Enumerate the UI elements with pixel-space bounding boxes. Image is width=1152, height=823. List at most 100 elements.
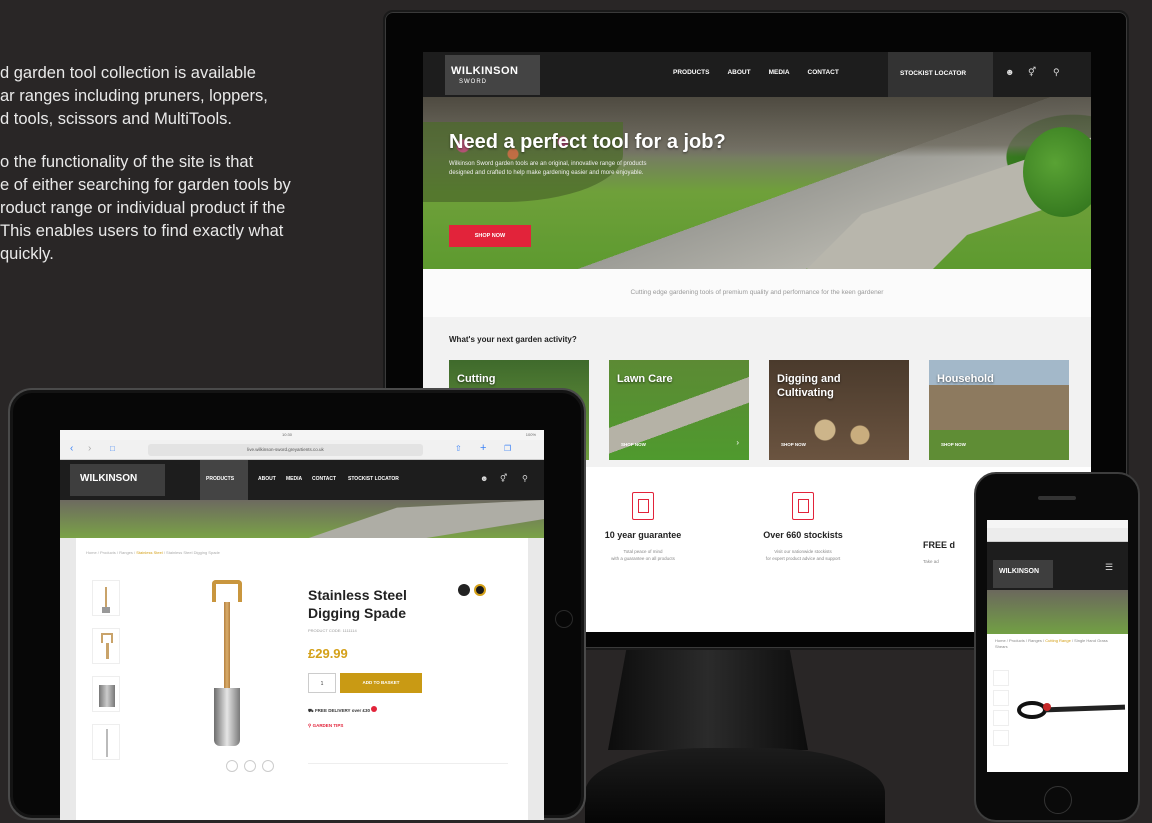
intro-paragraph-2: o the functionality of the site is that … (0, 153, 291, 263)
intro-copy: d garden tool collection is available ar… (0, 62, 360, 286)
garden-tips-text: GARDEN TIPS (312, 723, 344, 728)
activity-shop-now[interactable]: SHOP NOW (781, 442, 806, 447)
monitor-base (585, 748, 885, 823)
stockist-locator-link[interactable]: STOCKIST LOCATOR (348, 476, 399, 482)
quantity-input[interactable]: 1 (308, 673, 336, 693)
nav-products[interactable]: PRODUCTS (200, 460, 248, 500)
activity-heading: What's your next garden activity? (449, 335, 577, 344)
hero-banner: Need a perfect tool for a job? Wilkinson… (423, 97, 1091, 277)
tablet-device: 10:30 100% ‹ › □ live.wilkinson-sword.gr… (8, 388, 586, 820)
breadcrumb: Home / Products / Ranges / Cutting Range… (995, 638, 1120, 650)
thumbnail-spade-blade[interactable] (92, 676, 120, 712)
basket-icon[interactable]: ⚥ (1028, 67, 1036, 78)
phone-home-button (1044, 786, 1072, 814)
phone-url-bar[interactable] (987, 528, 1128, 542)
search-icon[interactable]: ⚲ (522, 474, 528, 483)
product-main-image[interactable] (184, 580, 274, 750)
tablet-battery: 100% (525, 432, 536, 437)
stockist-locator-label: STOCKIST LOCATOR (900, 70, 967, 77)
nav-contact[interactable]: CONTACT (808, 69, 839, 76)
free-delivery-text: FREE DELIVERY over £30 (314, 708, 370, 713)
guarantee-badge-icon (474, 584, 486, 596)
garden-tips-link[interactable]: ⚲ GARDEN TIPS (308, 723, 343, 729)
hero-title: Need a perfect tool for a job? (449, 131, 726, 153)
product-price: £29.99 (308, 646, 348, 661)
add-to-basket-button[interactable]: ADD TO BASKET (340, 673, 422, 693)
breadcrumb-current: / Stainless Steel Digging Spade (162, 550, 220, 555)
tablet-nav-bar: WILKINSON PRODUCTS ABOUT MEDIA CONTACT S… (60, 460, 544, 500)
thumbnail-shears-1[interactable] (993, 670, 1009, 686)
tablet-url-field[interactable]: live.wilkinson-sword.greyartients.co.uk (148, 444, 423, 456)
nav-about[interactable]: ABOUT (727, 69, 750, 76)
activity-card-digging-cultivating[interactable]: Digging and Cultivating SHOP NOW (769, 360, 909, 460)
tablet-hero-path (308, 500, 544, 538)
thumbnail-shears-3[interactable] (993, 710, 1009, 726)
nav-media[interactable]: MEDIA (769, 69, 790, 76)
phone-hero-strip (987, 590, 1128, 634)
nav-products[interactable]: PRODUCTS (673, 69, 709, 76)
activity-title: Digging and Cultivating (777, 373, 841, 399)
thumbnail-spade-handle[interactable] (92, 628, 120, 664)
tablet-status-bar: 10:30 100% (60, 430, 544, 440)
share-facebook-icon[interactable] (226, 760, 238, 772)
activity-card-lawn-care[interactable]: Lawn Care SHOP NOW › (609, 360, 749, 460)
account-icon[interactable]: ☻ (1005, 67, 1014, 77)
share-twitter-icon[interactable] (244, 760, 256, 772)
product-thumbnails (86, 580, 126, 772)
nav-products-label: PRODUCTS (206, 476, 235, 482)
divider (308, 763, 508, 764)
breadcrumb-range[interactable]: Stainless Steel (136, 550, 162, 555)
nav-about[interactable]: ABOUT (258, 476, 276, 482)
share-icon[interactable]: ⇧ (455, 444, 462, 453)
activity-title: Cutting (457, 373, 496, 385)
usp-stockists: Over 660 stockists Visit our nationwide … (723, 492, 883, 562)
new-tab-icon[interactable]: + (480, 442, 486, 454)
chevron-right-icon: › (736, 438, 739, 447)
activity-card-household[interactable]: Household SHOP NOW (929, 360, 1069, 460)
usp-title: Over 660 stockists (763, 530, 843, 540)
menu-icon[interactable]: ☰ (1105, 562, 1113, 573)
breadcrumb-path[interactable]: Home / Products / Ranges / (995, 638, 1045, 643)
tablet-time: 10:30 (282, 432, 293, 437)
map-icon (792, 492, 814, 520)
product-detail-card: Home / Products / Ranges / Stainless Ste… (76, 538, 528, 820)
tabs-icon[interactable]: ❐ (504, 444, 511, 453)
basket-icon[interactable]: ⚥ (500, 474, 507, 483)
share-email-icon[interactable] (262, 760, 274, 772)
info-icon[interactable] (371, 706, 378, 712)
hero-shop-now-button[interactable]: SHOP NOW (449, 225, 531, 247)
truck-icon: ⛟ (308, 708, 314, 713)
logo-text: WILKINSON (451, 65, 519, 77)
thumbnail-shears-2[interactable] (993, 690, 1009, 706)
wilkinson-logo[interactable]: WILKINSON (993, 560, 1053, 588)
account-icon[interactable]: ☻ (480, 474, 488, 483)
forward-icon[interactable]: › (88, 443, 91, 454)
thumbnail-spade-full[interactable] (92, 580, 120, 616)
search-icon[interactable]: ⚲ (1053, 67, 1060, 78)
breadcrumb-path[interactable]: Home / Products / Ranges / (86, 550, 136, 555)
logo-subtext: SWORD (459, 79, 487, 85)
tablet-screen: 10:30 100% ‹ › □ live.wilkinson-sword.gr… (60, 430, 544, 820)
wilkinson-logo[interactable]: WILKINSON (70, 464, 165, 496)
activity-shop-now[interactable]: SHOP NOW (621, 442, 646, 447)
usp-text: Visit our nationwide stockists for exper… (765, 549, 841, 561)
nav-media[interactable]: MEDIA (286, 476, 302, 482)
breadcrumb: Home / Products / Ranges / Stainless Ste… (86, 550, 220, 555)
back-icon[interactable]: ‹ (70, 443, 73, 454)
breadcrumb-range[interactable]: Cutting Range (1045, 638, 1071, 643)
product-main-image[interactable] (1017, 695, 1127, 725)
stockist-locator-link[interactable]: STOCKIST LOCATOR (888, 52, 993, 97)
guarantee-icon (632, 492, 654, 520)
thumbnail-spade-shaft[interactable] (92, 724, 120, 760)
monitor-neck (608, 640, 808, 750)
showcase-stage: d garden tool collection is available ar… (0, 0, 1152, 823)
wilkinson-logo[interactable]: WILKINSON SWORD (445, 55, 540, 95)
hero-body: Wilkinson Sword garden tools are an orig… (449, 161, 647, 176)
activity-title: Household (937, 373, 994, 385)
desktop-nav-links: PRODUCTS ABOUT MEDIA CONTACT (673, 69, 839, 76)
phone-device: WILKINSON ☰ Home / Products / Ranges / C… (974, 472, 1140, 822)
thumbnail-shears-4[interactable] (993, 730, 1009, 746)
bookmarks-icon[interactable]: □ (110, 444, 115, 453)
nav-contact[interactable]: CONTACT (312, 476, 336, 482)
activity-shop-now[interactable]: SHOP NOW (941, 442, 966, 447)
